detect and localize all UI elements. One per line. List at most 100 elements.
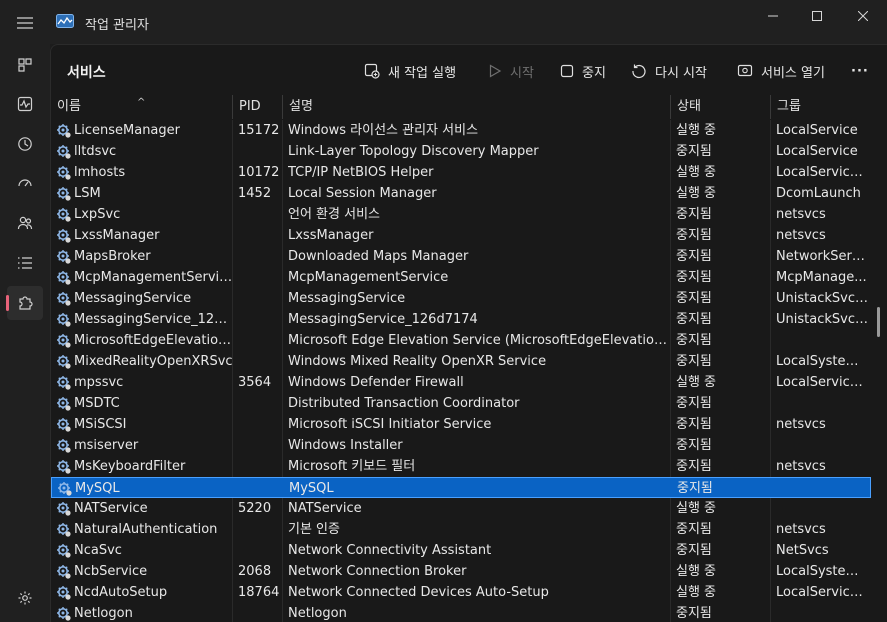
column-header-status[interactable]: 상태 xyxy=(670,95,770,119)
service-gear-icon xyxy=(57,481,73,497)
table-row[interactable]: NATService 5220 NATService 실행 중 xyxy=(51,498,871,519)
sidebar xyxy=(0,44,50,622)
service-group: DcomLaunch xyxy=(776,186,861,201)
service-name: NcbService xyxy=(74,564,148,579)
service-name: LxssManager xyxy=(74,228,160,243)
nav-processes[interactable] xyxy=(7,48,43,82)
service-name: NcaSvc xyxy=(74,543,122,558)
nav-services[interactable] xyxy=(6,286,43,320)
more-options-button[interactable]: ··· xyxy=(851,59,869,83)
service-name: lltdsvc xyxy=(74,144,117,159)
minimize-button[interactable] xyxy=(750,0,796,32)
service-description: Windows Installer xyxy=(288,438,403,453)
table-row[interactable]: MessagingService MessagingService 중지됨 Unist… xyxy=(51,288,871,309)
column-name-label: 이름 xyxy=(57,99,81,114)
service-description: Microsoft Edge Elevation Service (Micros… xyxy=(288,333,668,348)
service-status: 중지됨 xyxy=(676,459,712,474)
service-description: Network Connected Devices Auto-Setup xyxy=(288,585,549,600)
nav-performance[interactable] xyxy=(7,87,43,121)
start-button[interactable]: 시작 xyxy=(488,59,534,83)
table-row[interactable]: lltdsvc Link-Layer Topology Discovery Map… xyxy=(51,141,871,162)
service-pid: 10172 xyxy=(238,165,280,180)
performance-icon xyxy=(17,96,33,112)
run-new-task-button[interactable]: 새 작업 실행 xyxy=(364,59,456,83)
nav-details[interactable] xyxy=(7,246,43,280)
table-row[interactable]: msiserver Windows Installer 중지됨 xyxy=(51,435,871,456)
service-description: Distributed Transaction Coordinator xyxy=(288,396,520,411)
service-description: 언어 환경 서비스 xyxy=(288,207,380,222)
table-row[interactable]: NcbService 2068 Network Connection Broker 실… xyxy=(51,561,871,582)
service-pid: 2068 xyxy=(238,564,272,579)
column-header-name[interactable]: 이름 ^ xyxy=(51,95,232,119)
table-row[interactable]: NcdAutoSetup 18764 Network Connected Devic… xyxy=(51,582,871,603)
close-button[interactable] xyxy=(840,0,886,32)
service-name: NaturalAuthentication xyxy=(74,522,218,537)
column-header-pid[interactable]: PID xyxy=(232,95,282,119)
service-gear-icon xyxy=(56,228,72,244)
service-group: LocalSystem... xyxy=(776,354,868,369)
service-gear-icon xyxy=(56,207,72,223)
table-row[interactable]: MicrosoftEdgeElevationS... Microsoft Edge… xyxy=(51,330,871,351)
table-row[interactable]: LicenseManager 15172 Windows 라이선스 관리자 서비스 실… xyxy=(51,120,871,141)
column-header-description[interactable]: 설명 xyxy=(282,95,670,119)
service-description: McpManagementService xyxy=(288,270,449,285)
table-row[interactable]: MessagingService_126d... MessagingService… xyxy=(51,309,871,330)
service-group: netsvcs xyxy=(776,207,826,222)
restart-icon xyxy=(632,64,646,79)
service-status: 중지됨 xyxy=(676,543,712,558)
service-pid xyxy=(238,267,283,288)
table-row[interactable]: NcaSvc Network Connectivity Assistant 중지됨 N… xyxy=(51,540,871,561)
open-services-button[interactable]: 서비스 열기 xyxy=(737,59,825,83)
table-row[interactable]: lmhosts 10172 TCP/IP NetBIOS Helper 실행 중 Loc… xyxy=(51,162,871,183)
table-row[interactable]: LSM 1452 Local Session Manager 실행 중 DcomLaun… xyxy=(51,183,871,204)
service-group: LocalService xyxy=(776,144,858,159)
service-gear-icon xyxy=(56,501,72,517)
table-row[interactable]: MapsBroker Downloaded Maps Manager 중지됨 Netw… xyxy=(51,246,871,267)
vertical-scrollbar[interactable] xyxy=(877,307,880,337)
table-row[interactable]: Netlogon Netlogon 중지됨 xyxy=(51,603,871,622)
table-row[interactable]: McpManagementService McpManagementService… xyxy=(51,267,871,288)
stop-label: 중지 xyxy=(582,65,606,81)
table-row[interactable]: mpssvc 3564 Windows Defender Firewall 실행 중 L… xyxy=(51,372,871,393)
table-row[interactable]: NaturalAuthentication 기본 인증 중지됨 netsvcs xyxy=(51,519,871,540)
table-row[interactable]: MySQL MySQL 중지됨 xyxy=(51,477,871,498)
service-gear-icon xyxy=(56,396,72,412)
nav-users[interactable] xyxy=(7,206,43,240)
table-row[interactable]: MSDTC Distributed Transaction Coordinator… xyxy=(51,393,871,414)
users-icon xyxy=(17,216,33,230)
table-row[interactable]: MixedRealityOpenXRSvc Windows Mixed Reali… xyxy=(51,351,871,372)
service-status: 중지됨 xyxy=(676,207,712,222)
play-icon xyxy=(489,64,502,78)
service-gear-icon xyxy=(56,606,72,622)
table-row[interactable]: LxpSvc 언어 환경 서비스 중지됨 netsvcs xyxy=(51,204,871,225)
service-name: LxpSvc xyxy=(74,207,121,222)
service-group: netsvcs xyxy=(776,522,826,537)
service-status: 중지됨 xyxy=(676,291,712,306)
service-status: 실행 중 xyxy=(676,375,717,390)
toolbar: 서비스 새 작업 실행 시작 중지 다시 시작 서비스 열기 ··· xyxy=(51,45,887,95)
menu-icon[interactable] xyxy=(10,8,40,38)
table-header: 이름 ^ PID 설명 상태 그룹 xyxy=(51,95,871,119)
service-gear-icon xyxy=(56,522,72,538)
stop-icon xyxy=(560,64,574,78)
nav-app-history[interactable] xyxy=(7,127,43,161)
maximize-button[interactable] xyxy=(794,0,840,32)
service-group: NetworkServi... xyxy=(776,249,868,264)
restart-button[interactable]: 다시 시작 xyxy=(631,59,707,83)
service-description: MySQL xyxy=(289,481,334,496)
start-label: 시작 xyxy=(510,65,534,81)
service-group: UnistackSvcG... xyxy=(776,312,868,327)
service-name: MSDTC xyxy=(74,396,120,411)
service-pid xyxy=(239,478,284,499)
service-name: Netlogon xyxy=(74,606,133,621)
nav-settings[interactable] xyxy=(7,581,43,615)
table-row[interactable]: MSiSCSI Microsoft iSCSI Initiator Service… xyxy=(51,414,871,435)
table-row[interactable]: MsKeyboardFilter Microsoft 키보드 필터 중지됨 netsv… xyxy=(51,456,871,477)
new-task-icon xyxy=(364,63,380,79)
nav-startup-apps[interactable] xyxy=(7,166,43,200)
service-description: NATService xyxy=(288,501,362,516)
stop-button[interactable]: 중지 xyxy=(560,59,606,83)
service-gear-icon xyxy=(56,291,72,307)
column-header-group[interactable]: 그룹 xyxy=(770,95,870,119)
table-row[interactable]: LxssManager LxssManager 중지됨 netsvcs xyxy=(51,225,871,246)
